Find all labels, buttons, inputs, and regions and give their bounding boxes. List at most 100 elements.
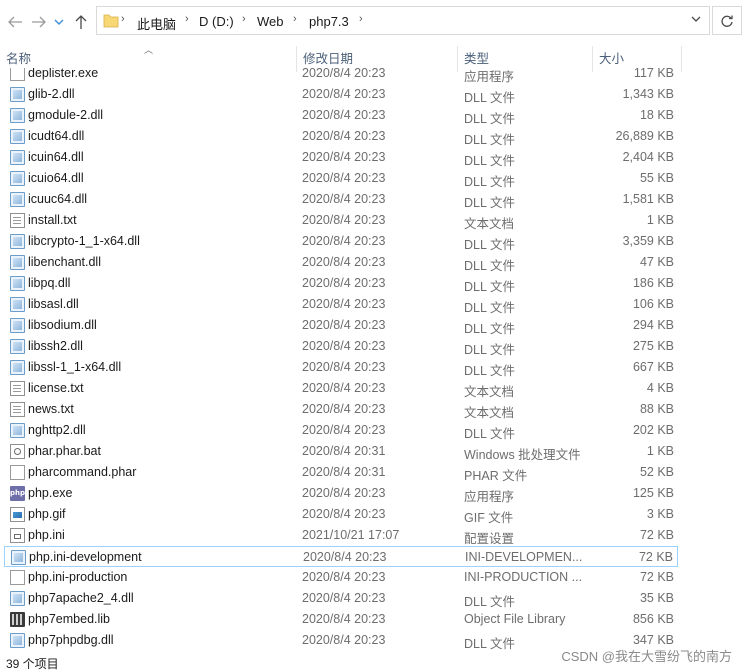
file-row[interactable]: php.ini-production 2020/8/4 20:23 INI-PROD… [4,567,678,588]
breadcrumb-separator: › [359,13,363,25]
chevron-down-icon [54,19,64,25]
file-type: 配置设置 [464,532,515,546]
file-type: INI-DEVELOPMEN... [465,550,583,564]
file-row[interactable]: php7embed.lib 2020/8/4 20:23 Object File L… [4,609,678,630]
dll-icon [10,339,25,354]
breadcrumb-this-pc[interactable]: 此电脑 [137,14,176,33]
file-name: libpq.dll [28,276,71,290]
dll-icon [10,234,25,249]
file-name: php7apache2_4.dll [28,591,134,605]
file-date: 2020/8/4 20:23 [303,550,387,564]
file-row[interactable]: libssh2.dll 2020/8/4 20:23 DLL 文件 275 KB [4,336,678,357]
recent-locations-button[interactable] [52,11,66,33]
file-row[interactable]: libsasl.dll 2020/8/4 20:23 DLL 文件 106 KB [4,294,678,315]
forward-button[interactable] [28,11,50,33]
back-button[interactable] [4,11,26,33]
file-row[interactable]: gmodule-2.dll 2020/8/4 20:23 DLL 文件 18 KB [4,105,678,126]
file-type: 文本文档 [464,406,515,420]
breadcrumb-php73[interactable]: php7.3 [309,14,349,29]
dll-icon [11,550,26,565]
dll-icon [10,255,25,270]
file-size: 275 KB [632,339,674,353]
file-type: Windows 批处理文件 [464,448,581,462]
dll-icon [10,171,25,186]
file-row[interactable]: nghttp2.dll 2020/8/4 20:23 DLL 文件 202 KB [4,420,678,441]
dll-icon [10,591,25,606]
file-type: 应用程序 [464,70,515,84]
file-size: 3,359 KB [622,234,674,248]
file-date: 2020/8/4 20:23 [302,255,386,269]
blank-file-icon [10,465,25,480]
file-name: libssl-1_1-x64.dll [28,360,122,374]
breadcrumb-web[interactable]: Web [257,14,284,29]
file-name: phar.phar.bat [28,444,101,458]
dll-icon [10,87,25,102]
file-row[interactable]: phar.phar.bat 2020/8/4 20:31 Windows 批处理文件… [4,441,678,462]
file-size: 47 KB [639,255,674,269]
file-row[interactable]: libenchant.dll 2020/8/4 20:23 DLL 文件 47 KB [4,252,678,273]
file-name: deplister.exe [28,68,99,80]
file-date: 2020/8/4 20:23 [302,318,386,332]
file-type: DLL 文件 [464,154,515,168]
watermark: CSDN @我在大雪纷飞的南方 [561,649,732,664]
file-row[interactable]: libssl-1_1-x64.dll 2020/8/4 20:23 DLL 文件 66… [4,357,678,378]
breadcrumb-drive-d[interactable]: D (D:) [199,14,234,29]
file-list[interactable]: deplister.exe 2020/8/4 20:23 应用程序 117 KB gli… [0,68,746,652]
file-size: 667 KB [632,360,674,374]
dll-icon [10,129,25,144]
file-name: php.gif [28,507,66,521]
file-row[interactable]: php7apache2_4.dll 2020/8/4 20:23 DLL 文件 35 … [4,588,678,609]
file-row[interactable]: php.ini 2021/10/21 17:07 配置设置 72 KB [4,525,678,546]
file-type: DLL 文件 [464,595,515,609]
file-name: php.ini-development [29,550,142,564]
file-type: PHAR 文件 [464,469,528,483]
file-row[interactable]: icuio64.dll 2020/8/4 20:23 DLL 文件 55 KB [4,168,678,189]
file-row[interactable]: icuin64.dll 2020/8/4 20:23 DLL 文件 2,404 KB [4,147,678,168]
file-date: 2020/8/4 20:23 [302,570,386,584]
file-size: 26,889 KB [615,129,674,143]
file-type: 文本文档 [464,385,515,399]
file-date: 2020/8/4 20:23 [302,129,386,143]
file-name: icuuc64.dll [28,192,88,206]
file-row[interactable]: libcrypto-1_1-x64.dll 2020/8/4 20:23 DLL 文… [4,231,678,252]
file-size: 202 KB [632,423,674,437]
up-button[interactable] [70,11,92,33]
exe-icon [10,68,25,81]
batch-file-icon [10,444,25,459]
file-row[interactable]: news.txt 2020/8/4 20:23 文本文档 88 KB [4,399,678,420]
file-row[interactable]: glib-2.dll 2020/8/4 20:23 DLL 文件 1,343 KB [4,84,678,105]
file-date: 2020/8/4 20:23 [302,234,386,248]
file-row[interactable]: php.ini-development 2020/8/4 20:23 INI-DEV… [4,546,678,567]
file-row[interactable]: libsodium.dll 2020/8/4 20:23 DLL 文件 294 KB [4,315,678,336]
file-date: 2020/8/4 20:23 [302,591,386,605]
file-type: DLL 文件 [464,91,515,105]
file-row[interactable]: icudt64.dll 2020/8/4 20:23 DLL 文件 26,889 KB [4,126,678,147]
file-row[interactable]: pharcommand.phar 2020/8/4 20:31 PHAR 文件 52 … [4,462,678,483]
file-size: 55 KB [639,171,674,185]
file-row[interactable]: libpq.dll 2020/8/4 20:23 DLL 文件 186 KB [4,273,678,294]
file-date: 2020/8/4 20:23 [302,423,386,437]
address-dropdown-icon[interactable] [691,15,701,23]
file-row[interactable]: install.txt 2020/8/4 20:23 文本文档 1 KB [4,210,678,231]
text-file-icon [10,381,25,396]
config-file-icon [10,528,25,543]
refresh-button[interactable] [712,6,742,35]
file-row[interactable]: deplister.exe 2020/8/4 20:23 应用程序 117 KB [4,68,678,84]
file-date: 2020/8/4 20:23 [302,486,386,500]
text-file-icon [10,213,25,228]
file-type: INI-PRODUCTION ... [464,570,583,584]
file-size: 1,343 KB [622,87,674,101]
file-name: libssh2.dll [28,339,83,353]
dll-icon [10,192,25,207]
dll-icon [10,423,25,438]
file-type: DLL 文件 [464,259,515,273]
file-date: 2020/8/4 20:23 [302,402,386,416]
file-type: DLL 文件 [464,112,515,126]
file-type: DLL 文件 [464,301,515,315]
file-row[interactable]: license.txt 2020/8/4 20:23 文本文档 4 KB [4,378,678,399]
file-row[interactable]: php php.exe 2020/8/4 20:23 应用程序 125 KB [4,483,678,504]
address-box[interactable]: › 此电脑 › D (D:) › Web › php7.3 › [96,6,710,35]
file-row[interactable]: icuuc64.dll 2020/8/4 20:23 DLL 文件 1,581 KB [4,189,678,210]
file-row[interactable]: php.gif 2020/8/4 20:23 GIF 文件 3 KB [4,504,678,525]
image-file-icon [10,507,25,522]
